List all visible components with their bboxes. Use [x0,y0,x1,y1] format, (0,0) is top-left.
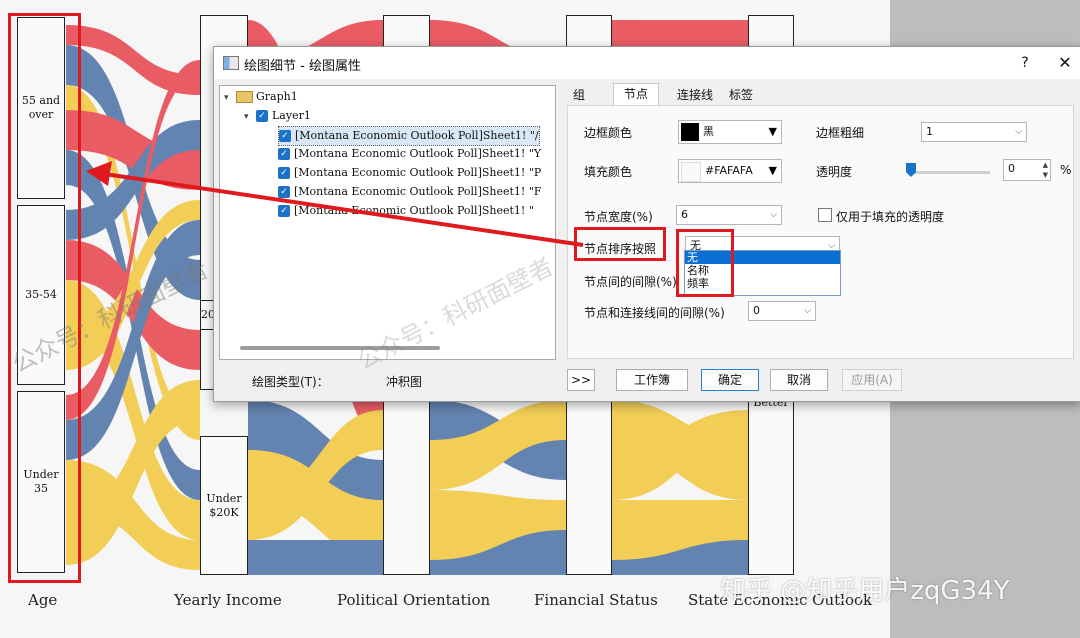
tab-labels[interactable]: 标签 [725,85,757,105]
axis-label-yearly-income: Yearly Income [174,591,282,609]
dialog-titlebar[interactable]: 绘图细节 - 绘图属性 ? ✕ [214,47,1080,79]
fill-color-value: #FAFAFA [705,164,753,177]
transparency-value: 0 [1008,162,1015,175]
collapse-caret-icon[interactable]: ▾ [224,89,236,107]
dialog-title: 绘图细节 - 绘图属性 [244,59,361,74]
checkbox-checked-icon[interactable]: ✓ [278,205,290,217]
fill-only-transparency-checkbox[interactable] [818,208,832,222]
dropdown-arrow-icon: ⌵ [770,210,777,220]
fill-only-transparency-label: 仅用于填充的透明度 [836,210,945,224]
plot-details-dialog: 绘图细节 - 绘图属性 ? ✕ ▾ Graph1 ▾ ✓ Layer1 ✓ [Monta… [213,46,1080,402]
transparency-spinner[interactable]: 0 ▲ ▼ [1003,159,1051,181]
node-link-gap-select[interactable]: 0 ⌵ [748,301,816,321]
axis-label-age: Age [28,591,58,609]
ok-button[interactable]: 确定 [701,369,759,391]
plot-type-value: 冲积图 [386,375,423,389]
tree-item-label: [Montana Economic Outlook Poll]Sheet1! " [294,204,534,217]
collapse-caret-icon[interactable]: ▾ [244,108,256,126]
highlight-box-sort-label [574,227,666,261]
axis-label-financial-status: Financial Status [534,591,658,609]
node-link-gap-value: 0 [753,304,760,317]
cancel-button[interactable]: 取消 [770,369,828,391]
folder-icon [236,91,253,103]
checkbox-checked-icon[interactable]: ✓ [278,148,290,160]
tree-item-label: [Montana Economic Outlook Poll]Sheet1! "… [294,147,542,160]
tree-item-label: [Montana Economic Outlook Poll]Sheet1! "… [294,185,542,198]
node-gap-label: 节点间的间隙(%) [584,275,677,289]
transparency-label: 透明度 [816,165,853,179]
tree-item-plot[interactable]: ✓ [Montana Economic Outlook Poll]Sheet1! … [278,145,541,163]
node-width-value: 6 [681,208,688,221]
fill-color-label: 填充颜色 [584,165,633,179]
border-color-label: 边框颜色 [584,126,633,140]
plot-type-label: 绘图类型(T)： [252,375,329,389]
help-button[interactable]: ? [1014,52,1036,74]
tree-item-plot[interactable]: ✓ [Montana Economic Outlook Poll]Sheet1! … [278,164,541,182]
tab-links[interactable]: 连接线 [673,85,717,105]
transparency-slider-track[interactable] [910,171,990,174]
tree-horizontal-scrollbar[interactable] [240,346,440,350]
checkbox-checked-icon[interactable]: ✓ [278,186,290,198]
border-width-label: 边框粗细 [816,126,865,140]
border-color-select[interactable]: 黑 ▼ [678,120,782,144]
border-width-value: 1 [926,125,933,138]
axis-label-political-orientation: Political Orientation [337,591,491,609]
tree-node-layer[interactable]: ▾ ✓ Layer1 [244,107,311,125]
transparency-slider-thumb[interactable] [906,163,916,177]
checkbox-checked-icon[interactable]: ✓ [256,110,268,122]
workbook-button[interactable]: 工作簿 [616,369,688,391]
tab-group[interactable]: 组 [569,85,589,105]
tree-item-label: [Montana Economic Outlook Poll]Sheet1! "… [295,129,539,142]
border-width-select[interactable]: 1 ⌵ [921,122,1027,142]
plot-details-app-icon [223,56,239,70]
tree-item-label: [Montana Economic Outlook Poll]Sheet1! "… [294,166,542,179]
border-color-value: 黑 [703,125,714,138]
more-button[interactable]: >> [567,369,595,391]
node-link-gap-label: 节点和连接线间的间隙(%) [584,306,725,320]
highlight-box-age-nodes [8,13,81,583]
node-width-select[interactable]: 6 ⌵ [676,205,782,225]
tree-item-plot[interactable]: ✓ [Montana Economic Outlook Poll]Sheet1! … [278,183,542,201]
checkbox-checked-icon[interactable]: ✓ [279,130,291,142]
node-width-label: 节点宽度(%) [584,210,653,224]
zhihu-watermark: 知乎 @知乎用户zqG34Y [720,576,1010,606]
highlight-box-sort-options [676,229,734,297]
tree-item-plot[interactable]: ✓ [Montana Economic Outlook Poll]Sheet1! … [278,202,534,220]
tree-item-plot[interactable]: ✓ [Montana Economic Outlook Poll]Sheet1! … [278,126,540,146]
tree-layer-label: Layer1 [272,109,311,122]
spinner-arrows-icon[interactable]: ▲ ▼ [1043,160,1048,180]
dropdown-arrow-icon: ⌵ [1015,127,1022,137]
transparency-unit: % [1060,163,1072,177]
apply-button[interactable]: 应用(A) [842,369,902,391]
node-income-under-20k: Under $20K [200,436,248,575]
dropdown-arrow-icon: ⌵ [804,306,811,316]
tree-graph-label: Graph1 [256,90,298,103]
color-swatch-fill [681,162,701,182]
tree-node-graph[interactable]: ▾ Graph1 [224,88,298,106]
close-button[interactable]: ✕ [1052,52,1078,74]
fill-color-select[interactable]: #FAFAFA ▼ [678,159,782,183]
dropdown-arrow-icon: ▼ [768,164,777,177]
checkbox-checked-icon[interactable]: ✓ [278,167,290,179]
color-swatch-black [681,123,699,141]
plot-tree: ▾ Graph1 ▾ ✓ Layer1 ✓ [Montana Economic Outl… [219,85,556,360]
dropdown-arrow-icon: ▼ [768,125,777,138]
